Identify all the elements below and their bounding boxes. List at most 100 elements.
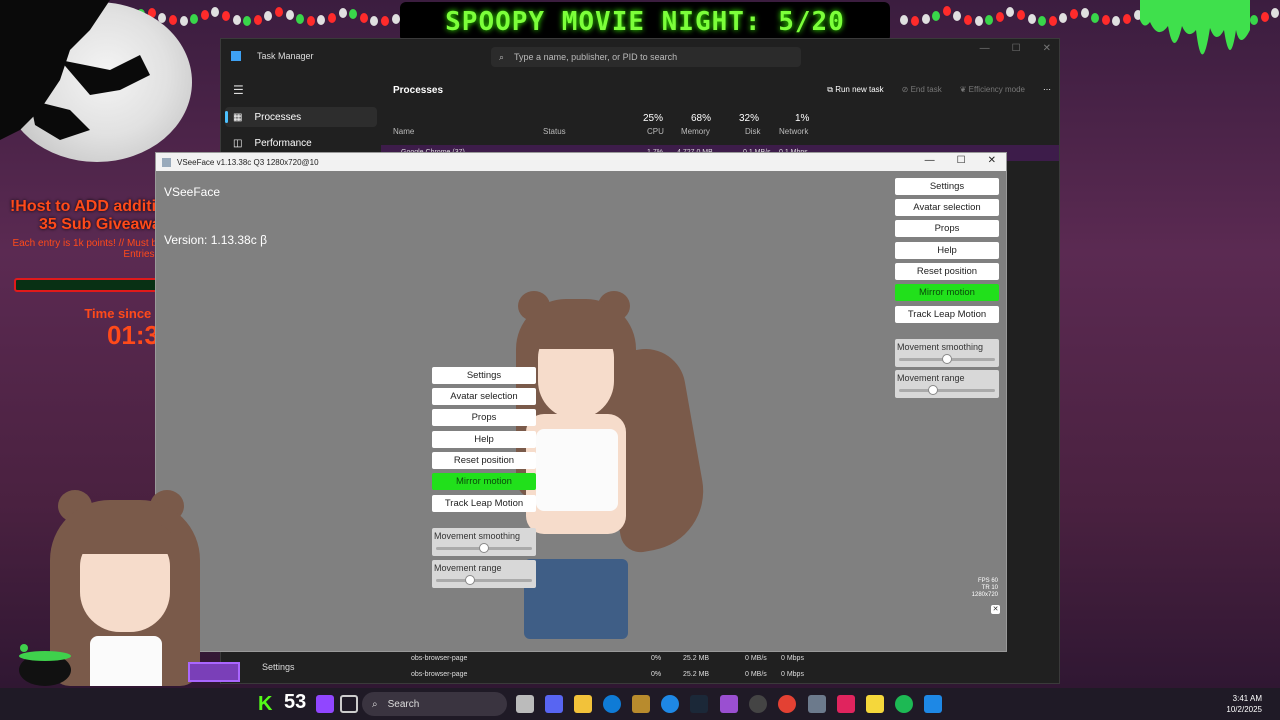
spotify-icon[interactable] bbox=[895, 695, 913, 713]
process-memory: 25.2 MB bbox=[683, 655, 710, 662]
minimize-icon[interactable]: — bbox=[980, 43, 990, 54]
help-button[interactable]: Help bbox=[895, 242, 999, 259]
light-bulb bbox=[1091, 12, 1100, 23]
taskbar-search-label: Search bbox=[387, 698, 420, 710]
system-clock[interactable]: 3:41 AM 10/2/2025 bbox=[1226, 693, 1262, 715]
obs-icon[interactable] bbox=[749, 695, 767, 713]
props-button[interactable]: Props bbox=[432, 409, 536, 426]
light-bulb bbox=[995, 11, 1004, 22]
end-task-label: End task bbox=[910, 85, 942, 94]
task-view-icon[interactable] bbox=[340, 695, 358, 713]
reset-position-button[interactable]: Reset position bbox=[895, 263, 999, 280]
avatar-selection-button[interactable]: Avatar selection bbox=[895, 199, 999, 216]
light-bulb bbox=[211, 6, 220, 17]
light-bulb bbox=[985, 15, 994, 26]
nav-processes[interactable]: ▦ Processes bbox=[225, 107, 377, 127]
track-leap-motion-button[interactable]: Track Leap Motion bbox=[895, 306, 999, 323]
run-new-task-label: Run new task bbox=[835, 85, 884, 94]
vseeface-app-icon bbox=[162, 157, 171, 167]
close-icon[interactable]: ✕ bbox=[988, 155, 996, 166]
chrome-icon[interactable] bbox=[778, 695, 796, 713]
col-status[interactable]: Status bbox=[543, 127, 566, 136]
light-bulb bbox=[932, 10, 941, 21]
hamburger-menu-icon[interactable]: ☰ bbox=[233, 83, 244, 97]
fps-readout: FPS 60 TR 10 1280x720 bbox=[972, 578, 998, 599]
nav-performance[interactable]: ◫ Performance bbox=[225, 133, 377, 153]
slider-track[interactable] bbox=[899, 354, 995, 364]
task-manager-search[interactable]: ⌕ Type a name, publisher, or PID to sear… bbox=[491, 47, 801, 67]
reset-position-button[interactable]: Reset position bbox=[432, 452, 536, 469]
track-leap-motion-button[interactable]: Track Leap Motion bbox=[432, 495, 536, 512]
process-column-headers: Name Status 25% CPU 68% Memory 32% Disk … bbox=[381, 113, 1059, 143]
vseeface-window: VSeeFace v1.13.38c Q3 1280x720@10 — ☐ ✕ … bbox=[155, 152, 1007, 652]
movement-range-slider[interactable]: Movement range bbox=[432, 560, 536, 588]
movement-smoothing-slider[interactable]: Movement smoothing bbox=[432, 528, 536, 556]
col-memory[interactable]: Memory bbox=[681, 127, 710, 136]
col-disk[interactable]: Disk bbox=[745, 127, 761, 136]
table-row[interactable]: obs-browser-page 0% 25.2 MB 0 MB/s 0 Mbp… bbox=[381, 667, 1059, 683]
kick-icon[interactable]: K bbox=[258, 694, 276, 714]
steam-icon[interactable] bbox=[690, 695, 708, 713]
close-icon[interactable]: ✕ bbox=[1043, 43, 1051, 54]
efficiency-mode-button[interactable]: ❦ Efficiency mode bbox=[960, 85, 1025, 95]
vseeface-icon[interactable] bbox=[808, 695, 826, 713]
light-bulb bbox=[1048, 15, 1057, 26]
app-yellow-icon[interactable] bbox=[866, 695, 884, 713]
avatar-selection-button[interactable]: Avatar selection bbox=[432, 388, 536, 405]
end-task-button[interactable]: ⊘ End task bbox=[902, 85, 942, 95]
app-pin-icon[interactable] bbox=[837, 695, 855, 713]
light-bulb bbox=[1017, 9, 1025, 20]
light-bulb bbox=[232, 14, 241, 25]
stream-widget bbox=[188, 662, 240, 682]
discord-icon[interactable] bbox=[545, 695, 563, 713]
app-v-icon[interactable] bbox=[720, 695, 738, 713]
slider-knob[interactable] bbox=[927, 385, 938, 395]
movement-range-slider[interactable]: Movement range bbox=[895, 370, 999, 398]
processes-icon: ▦ bbox=[233, 111, 243, 123]
settings-button[interactable]: Settings bbox=[895, 178, 999, 195]
props-button[interactable]: Props bbox=[895, 220, 999, 237]
settings-button[interactable]: Settings bbox=[432, 367, 536, 384]
run-new-task-button[interactable]: ⧉ Run new task bbox=[827, 85, 883, 95]
more-options-icon[interactable]: ⋯ bbox=[1043, 85, 1051, 95]
light-bulb bbox=[328, 12, 336, 23]
light-bulb bbox=[1112, 15, 1121, 26]
table-row[interactable]: obs-browser-page 0% 25.2 MB 0 MB/s 0 Mbp… bbox=[381, 651, 1059, 667]
file-explorer-icon[interactable] bbox=[574, 695, 592, 713]
slider-track[interactable] bbox=[436, 543, 532, 553]
disk-percent: 32% bbox=[739, 113, 760, 124]
vseeface-version: Version: 1.13.38c β bbox=[164, 233, 267, 247]
twitch-icon[interactable] bbox=[316, 695, 334, 713]
maximize-icon[interactable]: ☐ bbox=[1012, 43, 1021, 54]
maximize-icon[interactable]: ☐ bbox=[957, 155, 966, 166]
taskbar-search[interactable]: ⌕ Search bbox=[362, 692, 507, 716]
app-blue-icon[interactable] bbox=[661, 695, 679, 713]
slider-knob[interactable] bbox=[464, 575, 475, 585]
minimize-icon[interactable]: — bbox=[925, 155, 935, 166]
help-button[interactable]: Help bbox=[432, 431, 536, 448]
avatar-top bbox=[536, 429, 618, 511]
avatar-top bbox=[90, 636, 162, 686]
file-icon[interactable] bbox=[516, 695, 534, 713]
col-network[interactable]: Network bbox=[779, 127, 808, 136]
slider-track[interactable] bbox=[436, 575, 532, 585]
close-ui-icon[interactable]: ✕ bbox=[991, 605, 1000, 614]
edge-icon[interactable] bbox=[603, 695, 621, 713]
mirror-motion-button[interactable]: Mirror motion bbox=[432, 473, 536, 490]
mirror-motion-button[interactable]: Mirror motion bbox=[895, 284, 999, 301]
cauldron-icon bbox=[19, 644, 71, 686]
process-cpu: 0% bbox=[651, 671, 662, 678]
light-bulb bbox=[253, 14, 262, 25]
resolution: 1280x720 bbox=[971, 592, 998, 598]
slider-track[interactable] bbox=[899, 385, 995, 395]
slider-knob[interactable] bbox=[942, 354, 952, 364]
light-bulb bbox=[264, 11, 273, 22]
app-w-icon[interactable] bbox=[632, 695, 650, 713]
col-name[interactable]: Name bbox=[393, 127, 414, 136]
col-cpu[interactable]: CPU bbox=[647, 127, 664, 136]
light-bulb bbox=[1101, 15, 1110, 26]
taskmanager-icon[interactable] bbox=[924, 695, 942, 713]
light-bulb bbox=[200, 10, 209, 21]
slider-knob[interactable] bbox=[479, 543, 489, 553]
movement-smoothing-slider[interactable]: Movement smoothing bbox=[895, 339, 999, 367]
